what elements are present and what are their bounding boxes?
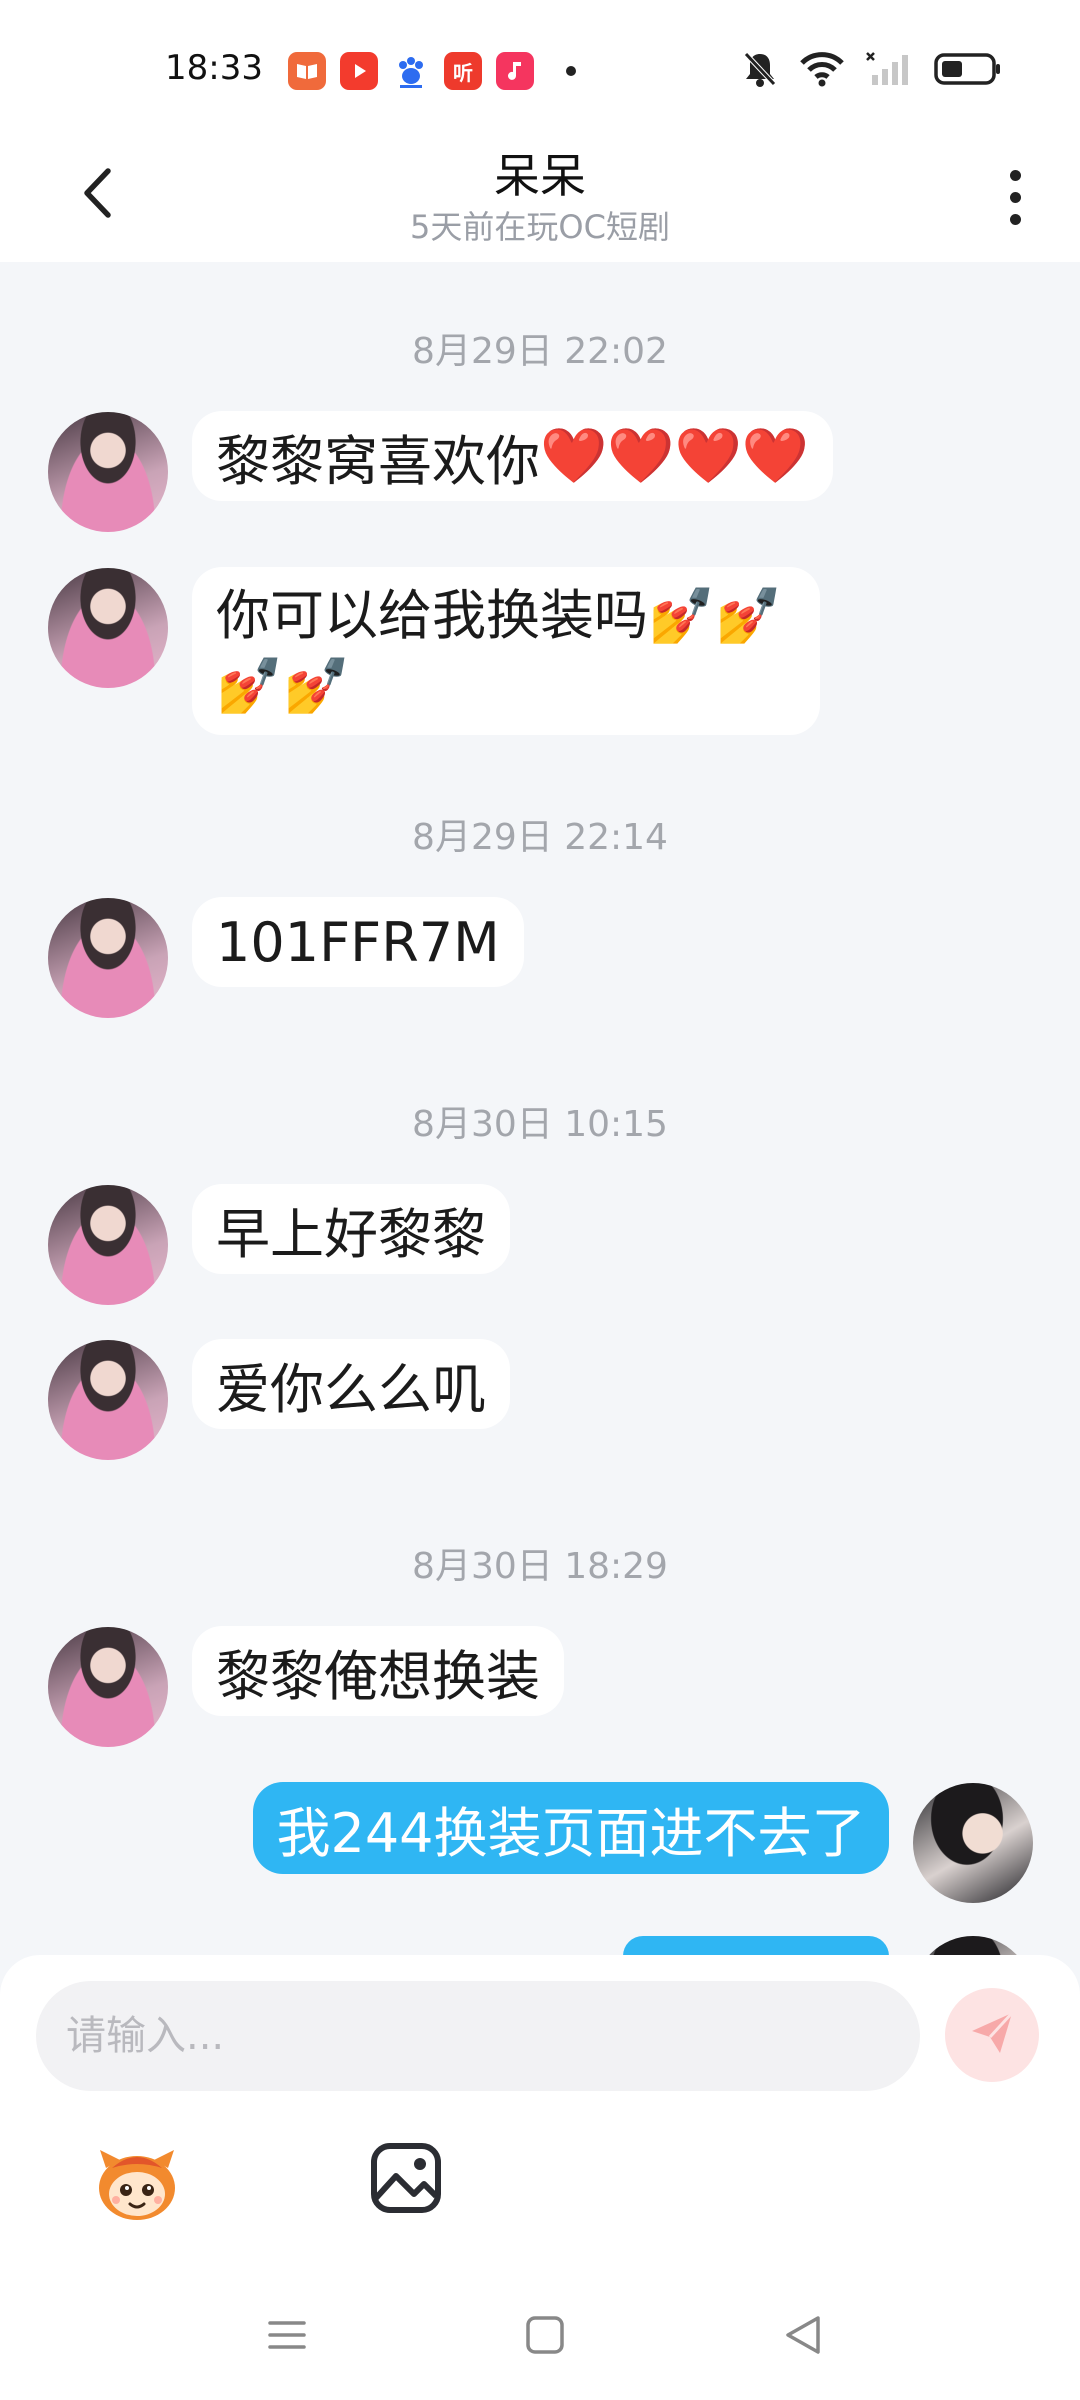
nav-back-button[interactable] [778, 2310, 828, 2360]
contact-avatar[interactable] [48, 1340, 168, 1460]
sticker-icon [92, 2150, 182, 2232]
my-avatar[interactable] [913, 1783, 1033, 1903]
system-nav-bar [0, 2290, 1080, 2380]
contact-avatar[interactable] [48, 412, 168, 532]
status-bar: 18:33 听 [0, 0, 1080, 140]
message-bubble-received[interactable]: 101FFR7M [192, 897, 524, 987]
listen-app-icon: 听 [444, 52, 482, 90]
heart-emoji: ❤️❤️❤️❤️ [540, 424, 809, 487]
home-icon [520, 2316, 570, 2364]
message-bubble-received[interactable]: 黎黎窝喜欢你 ❤️❤️❤️❤️ [192, 411, 833, 501]
contact-avatar[interactable] [48, 568, 168, 688]
message-bubble-received[interactable]: 早上好黎黎 [192, 1184, 510, 1274]
signal-icon [866, 51, 912, 91]
status-time: 18:33 [165, 48, 263, 88]
message-timestamp: 8月29日 22:14 [412, 817, 668, 858]
more-notifications-dot [566, 66, 576, 76]
system-icons [742, 50, 1002, 92]
chat-header: 呆呆 5天前在玩OC短剧 [0, 140, 1080, 262]
more-vertical-icon [1009, 169, 1021, 181]
mute-icon [742, 50, 778, 92]
contact-name: 呆呆 [494, 149, 586, 203]
contact-avatar[interactable] [48, 898, 168, 1018]
music-app-icon [496, 52, 534, 90]
more-options-button[interactable] [990, 162, 1040, 232]
menu-icon [262, 2321, 312, 2364]
message-bubble-received[interactable]: 爱你么么叽 [192, 1339, 510, 1429]
reader-app-icon [288, 52, 326, 90]
message-bubble-received[interactable]: 黎黎俺想换装 [192, 1626, 564, 1716]
message-timestamp: 8月30日 18:29 [412, 1546, 668, 1587]
image-icon [366, 2143, 446, 2222]
send-icon [966, 2007, 1018, 2063]
video-app-icon [340, 52, 378, 90]
contact-status: 5天前在玩OC短剧 [410, 208, 670, 246]
send-button[interactable] [945, 1988, 1039, 2082]
menu-button[interactable] [262, 2310, 312, 2360]
contact-avatar[interactable] [48, 1627, 168, 1747]
back-icon [778, 2316, 828, 2364]
baidu-app-icon [392, 52, 430, 90]
message-timestamp: 8月30日 10:15 [412, 1104, 668, 1145]
sticker-button[interactable] [92, 2138, 182, 2228]
message-bubble-received[interactable]: 你可以给我换装吗💅💅💅💅 [192, 567, 820, 735]
home-button[interactable] [520, 2310, 570, 2360]
notification-icons: 听 [288, 52, 576, 90]
image-button[interactable] [366, 2138, 446, 2218]
contact-avatar[interactable] [48, 1185, 168, 1305]
message-input[interactable] [36, 1981, 920, 2091]
message-bubble-sent[interactable]: 我244换装页面进不去了 [253, 1782, 889, 1874]
battery-icon [934, 52, 1002, 90]
wifi-icon [800, 51, 844, 91]
message-timestamp: 8月29日 22:02 [412, 331, 668, 372]
